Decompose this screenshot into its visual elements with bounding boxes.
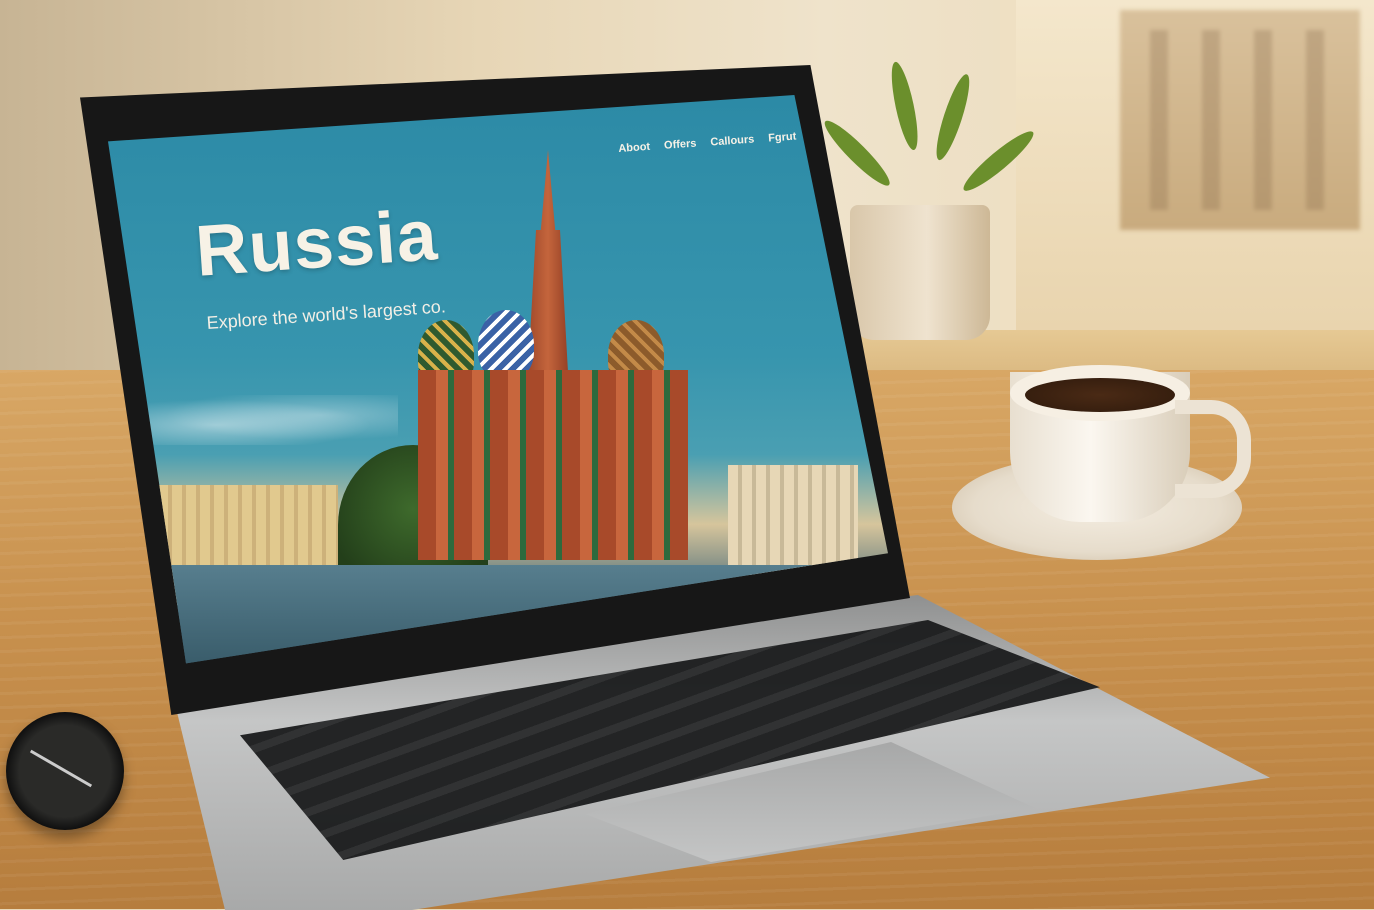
coffee	[1025, 378, 1175, 412]
nav-link-offers[interactable]: Offers	[664, 138, 697, 152]
nav-link-callours[interactable]: Callours	[710, 134, 755, 149]
hero-tagline: Explore the world's largest co.	[206, 296, 447, 333]
window-pane	[1120, 10, 1360, 230]
top-nav: Aboot Offers Callours Fgrut	[618, 131, 797, 155]
nav-link-fgrut[interactable]: Fgrut	[768, 131, 797, 145]
cup-handle	[1175, 400, 1251, 498]
nav-link-aboot[interactable]: Aboot	[618, 141, 651, 155]
plant-pot	[850, 205, 990, 340]
compass-needle	[29, 749, 93, 788]
hero-title: Russia	[193, 195, 441, 292]
compass	[6, 712, 124, 830]
